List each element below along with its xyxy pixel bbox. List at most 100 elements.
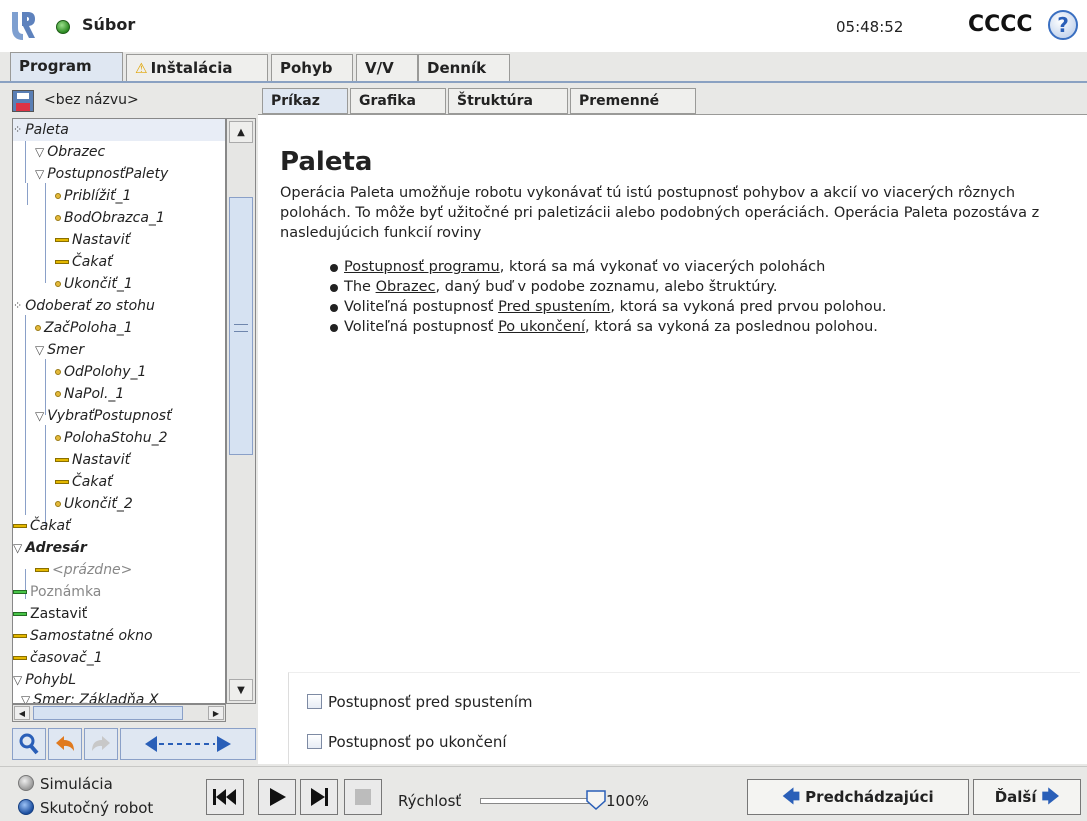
description: Operácia Paleta umožňuje robotu vykonáva… — [280, 185, 1040, 241]
tree-item[interactable]: ▽ Smer: Základňa X — [21, 689, 158, 704]
tree-item[interactable]: ⁘ Paleta — [13, 119, 225, 141]
tab-installation[interactable]: ⚠ Inštalácia — [126, 54, 268, 82]
tree-item[interactable]: Nastaviť — [55, 449, 130, 471]
tree-item[interactable]: Čakať — [13, 515, 71, 537]
tree-item[interactable]: ⁘ Odoberať zo stohu — [13, 295, 155, 317]
waypoint-icon — [55, 369, 61, 375]
tree-item[interactable]: <prázdne> — [35, 559, 132, 581]
tree-item[interactable]: PolohaStohu_2 — [55, 427, 168, 449]
play-icon[interactable] — [258, 779, 296, 815]
tab-command[interactable]: Príkaz — [262, 88, 348, 114]
scroll-left-icon[interactable]: ◀ — [14, 706, 30, 720]
simulation-mode[interactable]: Simulácia — [18, 775, 113, 793]
tab-move[interactable]: Pohyb — [271, 54, 353, 82]
link[interactable]: Pred spustením — [498, 299, 610, 315]
scroll-thumb[interactable] — [229, 197, 253, 455]
program-name-row: <bez názvu> — [10, 86, 258, 116]
link[interactable]: Po ukončení — [498, 319, 585, 335]
tab-graphics[interactable]: Grafika — [350, 88, 446, 114]
link[interactable]: Postupnosť programu — [344, 259, 500, 275]
tree-item[interactable]: Priblížiť_1 — [55, 185, 131, 207]
tree-item[interactable]: Poznámka — [13, 581, 101, 603]
pallet-icon: ⁘ — [13, 299, 23, 312]
arrow-right-icon: 🡆 — [1041, 787, 1060, 807]
scroll-right-icon[interactable]: ▶ — [208, 706, 224, 720]
tree-item[interactable]: časovač_1 — [13, 647, 103, 669]
tree-item[interactable]: BodObrazca_1 — [55, 207, 165, 229]
tree-item[interactable]: ▽ PohybL — [13, 669, 76, 691]
triangle-icon: ▽ — [13, 673, 23, 687]
tree-item[interactable]: NaPol._1 — [55, 383, 124, 405]
tree-item[interactable]: ▽ VybraťPostupnosť — [35, 405, 172, 427]
waypoint-icon — [55, 501, 61, 507]
before-start-checkbox[interactable] — [307, 693, 322, 709]
file-status-icon — [56, 20, 70, 34]
tree-item[interactable]: ▽ Obrazec — [35, 141, 105, 163]
feature-list: Postupnosť programu, ktorá sa má vykonať… — [330, 257, 1070, 337]
scroll-up-icon[interactable]: ▲ — [229, 121, 253, 143]
redo-icon[interactable] — [84, 728, 118, 760]
list-item: Postupnosť programu, ktorá sa má vykonať… — [330, 257, 1070, 277]
speed-slider-thumb[interactable] — [585, 789, 607, 811]
scroll-thumb[interactable] — [33, 706, 183, 720]
waypoint-icon — [55, 193, 61, 199]
tree-horizontal-scrollbar[interactable]: ◀ ▶ — [12, 704, 226, 722]
waypoint-icon — [55, 281, 61, 287]
tree-item[interactable]: Ukončiť_2 — [55, 493, 133, 515]
waypoint-icon — [55, 435, 61, 441]
tree-item[interactable]: Zastaviť — [13, 603, 87, 625]
tree-item[interactable]: Samostatné okno — [13, 625, 153, 647]
tree-vertical-scrollbar[interactable]: ▲ ▼ — [226, 118, 256, 704]
tree-item[interactable]: Nastaviť — [55, 229, 130, 251]
tree-item[interactable]: Čakať — [55, 251, 113, 273]
link[interactable]: Obrazec — [376, 279, 436, 295]
tab-io[interactable]: V/V — [356, 54, 418, 82]
move-node-icon[interactable] — [120, 728, 256, 760]
next-button[interactable]: Ďalší 🡆 — [973, 779, 1081, 815]
triangle-icon: ▽ — [21, 693, 31, 704]
speed-value: 100% — [606, 792, 649, 810]
page-title: Paleta — [280, 147, 373, 177]
triangle-icon: ▽ — [35, 409, 45, 423]
tree-item[interactable]: ZačPoloha_1 — [35, 317, 133, 339]
tab-log[interactable]: Denník — [418, 54, 510, 82]
stop-icon[interactable] — [344, 779, 382, 815]
waypoint-icon — [55, 215, 61, 221]
timer-icon — [13, 656, 27, 660]
real-robot-radio[interactable] — [18, 799, 34, 815]
rewind-icon[interactable] — [206, 779, 244, 815]
speed-slider[interactable] — [480, 798, 590, 804]
tree-item[interactable]: Ukončiť_1 — [55, 273, 133, 295]
tab-variables[interactable]: Premenné — [570, 88, 696, 114]
save-icon[interactable] — [12, 90, 34, 112]
tree-item[interactable]: Čakať — [55, 471, 113, 493]
set-icon — [55, 458, 69, 462]
program-tree[interactable]: ⁘ Paleta ▽ Obrazec ▽ PostupnosťPalety Pribl… — [12, 118, 226, 704]
search-icon[interactable] — [12, 728, 46, 760]
tab-structure[interactable]: Štruktúra — [448, 88, 568, 114]
robot-name: CCCC — [968, 12, 1033, 37]
waypoint-icon — [35, 325, 41, 331]
tree-item[interactable]: ▽ Smer — [35, 339, 84, 361]
help-icon[interactable]: ? — [1048, 10, 1078, 40]
tree-item[interactable]: ▽ Adresár — [13, 537, 87, 559]
program-name: <bez názvu> — [44, 92, 139, 108]
undo-icon[interactable] — [48, 728, 82, 760]
tab-program[interactable]: Program — [10, 52, 123, 82]
ur-logo-icon — [12, 12, 35, 40]
tree-item[interactable]: OdPolohy_1 — [55, 361, 146, 383]
file-menu[interactable]: Súbor — [82, 15, 135, 34]
after-end-option[interactable]: Postupnosť po ukončení — [307, 733, 507, 751]
real-robot-mode[interactable]: Skutočný robot — [18, 799, 153, 817]
after-end-checkbox[interactable] — [307, 733, 322, 749]
wait-icon — [55, 480, 69, 484]
simulation-radio[interactable] — [18, 775, 34, 791]
tree-item[interactable]: ▽ PostupnosťPalety — [35, 163, 168, 185]
previous-button[interactable]: 🡄 Predchádzajúci — [747, 779, 969, 815]
arrow-left-icon: 🡄 — [782, 787, 800, 807]
step-icon[interactable] — [300, 779, 338, 815]
before-start-option[interactable]: Postupnosť pred spustením — [307, 693, 533, 711]
scroll-down-icon[interactable]: ▼ — [229, 679, 253, 701]
halt-icon — [13, 612, 27, 616]
main-tabs: Program ⚠ Inštalácia Pohyb V/V Denník — [10, 52, 1087, 82]
